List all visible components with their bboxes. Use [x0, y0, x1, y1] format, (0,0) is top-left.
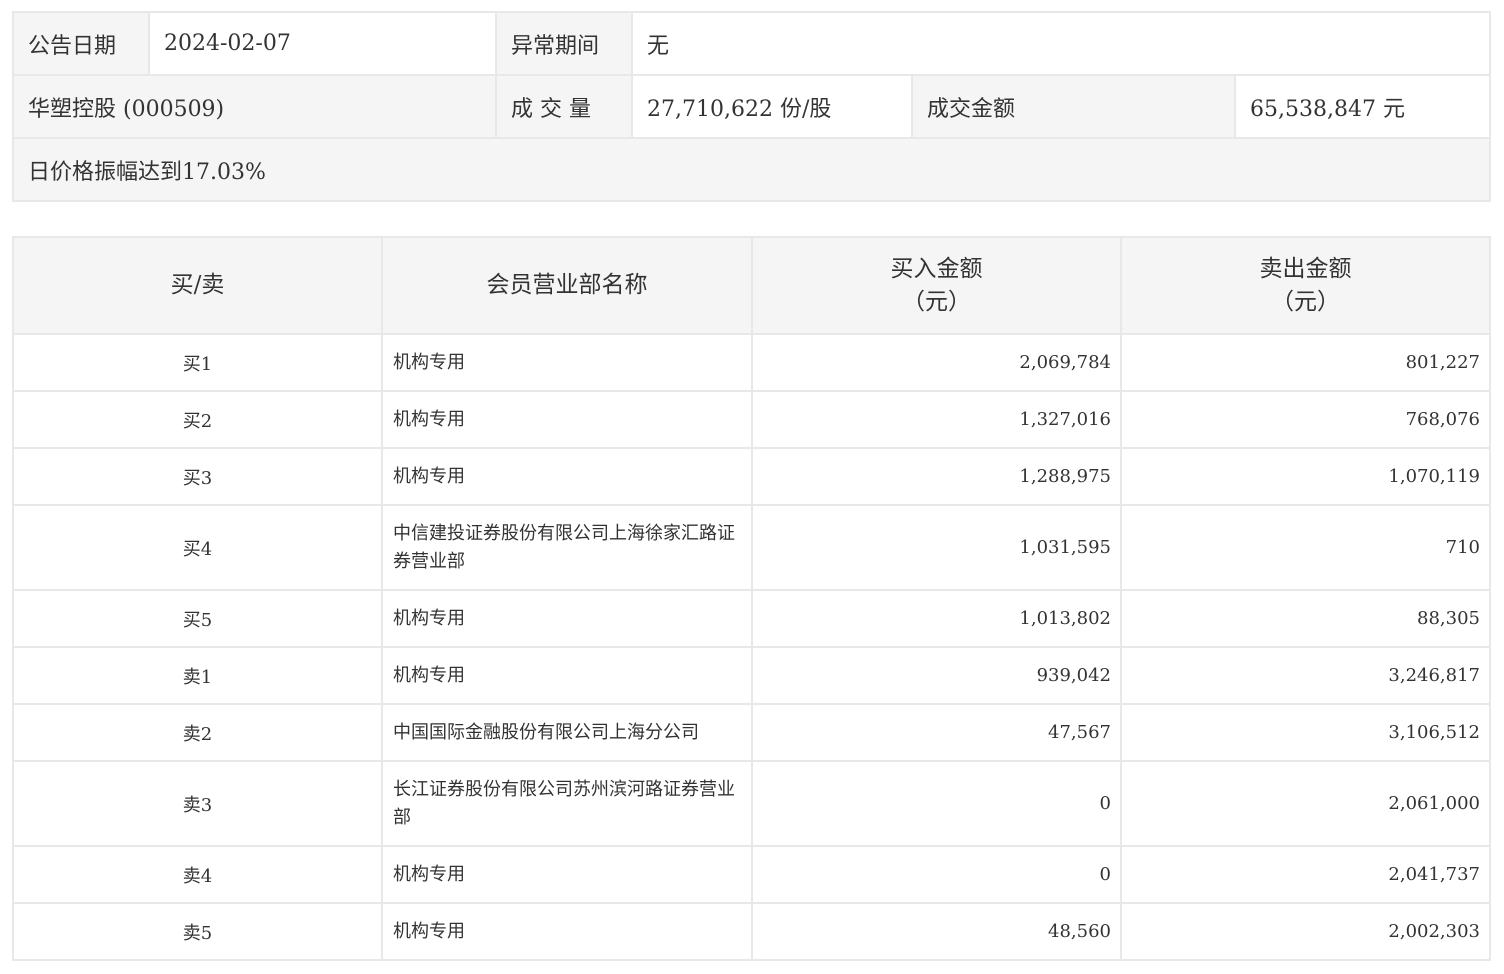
table-row: 卖3 长江证券股份有限公司苏州滨河路证券营业部 0 2,061,000	[12, 760, 1491, 847]
header-sell-label: 卖出金额	[1259, 255, 1352, 282]
abnormal-period-value: 无	[631, 11, 1491, 76]
row-buy-amount: 1,327,016	[751, 390, 1122, 449]
table-row: 卖4 机构专用 0 2,041,737	[12, 845, 1491, 904]
table-row: 买3 机构专用 1,288,975 1,070,119	[12, 447, 1491, 506]
header-sell-unit: （元）	[1271, 288, 1340, 315]
volume-value: 27,710,622 份/股	[631, 74, 913, 139]
row-side: 卖4	[12, 845, 383, 904]
row-branch-name: 中国国际金融股份有限公司上海分公司	[381, 703, 753, 762]
table-row: 卖5 机构专用 48,560 2,002,303	[12, 902, 1491, 961]
row-sell-amount: 801,227	[1120, 333, 1491, 392]
row-sell-amount: 710	[1120, 504, 1491, 591]
header-side: 买/卖	[12, 236, 383, 335]
row-sell-amount: 88,305	[1120, 589, 1491, 648]
row-sell-amount: 2,002,303	[1120, 902, 1491, 961]
row-side: 卖1	[12, 646, 383, 705]
table-row: 买4 中信建投证券股份有限公司上海徐家汇路证券营业部 1,031,595 710	[12, 504, 1491, 591]
row-branch-name: 机构专用	[381, 447, 753, 506]
row-branch-name: 长江证券股份有限公司苏州滨河路证券营业部	[381, 760, 753, 847]
amount-label: 成交金额	[911, 74, 1236, 139]
table-row: 卖2 中国国际金融股份有限公司上海分公司 47,567 3,106,512	[12, 703, 1491, 762]
row-branch-name: 机构专用	[381, 333, 753, 392]
row-buy-amount: 0	[751, 845, 1122, 904]
row-side: 卖5	[12, 902, 383, 961]
table-row: 买2 机构专用 1,327,016 768,076	[12, 390, 1491, 449]
table-header-row: 买/卖 会员营业部名称 买入金额 （元） 卖出金额 （元）	[12, 236, 1491, 335]
trading-seats-table: 买/卖 会员营业部名称 买入金额 （元） 卖出金额 （元） 买1 机构专用 2,069,…	[12, 236, 1491, 961]
row-buy-amount: 47,567	[751, 703, 1122, 762]
header-side-label: 买/卖	[170, 272, 225, 298]
volume-label: 成 交 量	[495, 74, 633, 139]
table-row: 买1 机构专用 2,069,784 801,227	[12, 333, 1491, 392]
row-sell-amount: 1,070,119	[1120, 447, 1491, 506]
row-side: 卖2	[12, 703, 383, 762]
row-sell-amount: 2,061,000	[1120, 760, 1491, 847]
table-row: 买5 机构专用 1,013,802 88,305	[12, 589, 1491, 648]
info-row-trade: 华塑控股 (000509) 成 交 量 27,710,622 份/股 成交金额 …	[12, 74, 1491, 139]
row-buy-amount: 1,031,595	[751, 504, 1122, 591]
table-row: 卖1 机构专用 939,042 3,246,817	[12, 646, 1491, 705]
amount-value: 65,538,847 元	[1234, 74, 1491, 139]
stock-name: 华塑控股 (000509)	[12, 74, 497, 139]
abnormal-period-label: 异常期间	[495, 11, 633, 76]
header-name-label: 会员营业部名称	[486, 272, 648, 298]
row-sell-amount: 768,076	[1120, 390, 1491, 449]
row-buy-amount: 1,288,975	[751, 447, 1122, 506]
row-branch-name: 机构专用	[381, 902, 753, 961]
info-row-note: 日价格振幅达到17.03%	[12, 137, 1491, 202]
trade-table-body: 买1 机构专用 2,069,784 801,227 买2 机构专用 1,327,016 768…	[12, 333, 1491, 961]
row-side: 买4	[12, 504, 383, 591]
row-buy-amount: 0	[751, 760, 1122, 847]
row-branch-name: 机构专用	[381, 646, 753, 705]
header-buy-unit: （元）	[902, 288, 971, 315]
row-sell-amount: 3,106,512	[1120, 703, 1491, 762]
header-sell: 卖出金额 （元）	[1120, 236, 1491, 335]
row-buy-amount: 939,042	[751, 646, 1122, 705]
row-branch-name: 机构专用	[381, 390, 753, 449]
announcement-info-table: 公告日期 2024-02-07 异常期间 无 华塑控股 (000509) 成 交…	[12, 11, 1491, 202]
row-sell-amount: 2,041,737	[1120, 845, 1491, 904]
row-branch-name: 中信建投证券股份有限公司上海徐家汇路证券营业部	[381, 504, 753, 591]
header-buy-label: 买入金额	[890, 255, 983, 282]
row-side: 买3	[12, 447, 383, 506]
info-row-date: 公告日期 2024-02-07 异常期间 无	[12, 11, 1491, 76]
row-branch-name: 机构专用	[381, 845, 753, 904]
row-side: 买1	[12, 333, 383, 392]
row-side: 买2	[12, 390, 383, 449]
announcement-date-value: 2024-02-07	[148, 11, 497, 76]
row-branch-name: 机构专用	[381, 589, 753, 648]
row-side: 买5	[12, 589, 383, 648]
row-buy-amount: 2,069,784	[751, 333, 1122, 392]
row-sell-amount: 3,246,817	[1120, 646, 1491, 705]
announcement-date-label: 公告日期	[12, 11, 150, 76]
row-buy-amount: 48,560	[751, 902, 1122, 961]
row-side: 卖3	[12, 760, 383, 847]
header-name: 会员营业部名称	[381, 236, 753, 335]
header-buy: 买入金额 （元）	[751, 236, 1122, 335]
row-buy-amount: 1,013,802	[751, 589, 1122, 648]
amplitude-note: 日价格振幅达到17.03%	[12, 137, 1491, 202]
